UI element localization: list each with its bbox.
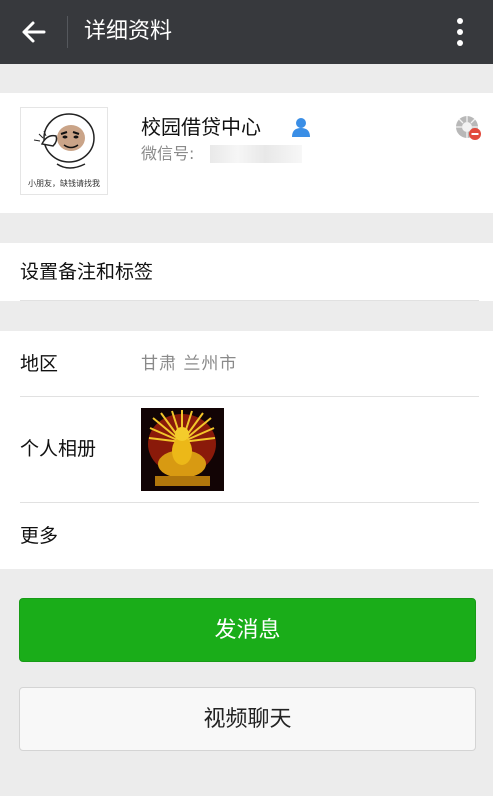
buddha-statue-image — [141, 408, 224, 491]
remark-tag-label: 设置备注和标签 — [20, 261, 154, 283]
region-value: 甘肃 兰州市 — [141, 354, 238, 374]
page-title: 详细资料 — [84, 19, 173, 44]
header-divider — [67, 16, 68, 48]
row-divider — [20, 502, 479, 503]
region-label: 地区 — [20, 353, 59, 375]
more-label: 更多 — [20, 525, 59, 547]
album-thumbnail[interactable] — [141, 408, 224, 491]
top-bar: 详细资料 — [0, 0, 493, 64]
wechat-id-value — [210, 145, 302, 163]
video-chat-button[interactable]: 视频聊天 — [19, 687, 476, 751]
back-button[interactable] — [14, 14, 54, 50]
wechat-id-label: 微信号: — [141, 144, 195, 163]
user-contact-icon — [290, 116, 312, 138]
avatar[interactable]: 小朋友，缺钱请找我 — [20, 107, 108, 195]
contact-name: 校园借贷中心 — [141, 115, 261, 139]
info-card: 地区 甘肃 兰州市 个人相册 更多 — [0, 331, 493, 569]
profile-card: 小朋友，缺钱请找我 校园借贷中心 微信号: — [0, 93, 493, 213]
row-divider — [20, 396, 479, 397]
more-vertical-icon — [457, 18, 463, 46]
remark-tag-row[interactable]: 设置备注和标签 — [0, 243, 493, 301]
send-message-button[interactable]: 发消息 — [19, 598, 476, 662]
more-options-button[interactable] — [440, 12, 480, 52]
album-label: 个人相册 — [20, 438, 97, 460]
meme-face-image — [33, 113, 95, 169]
avatar-caption: 小朋友，缺钱请找我 — [28, 179, 100, 188]
blocked-camera-icon — [454, 114, 482, 142]
arrow-left-icon — [22, 21, 46, 43]
row-divider — [20, 300, 479, 301]
